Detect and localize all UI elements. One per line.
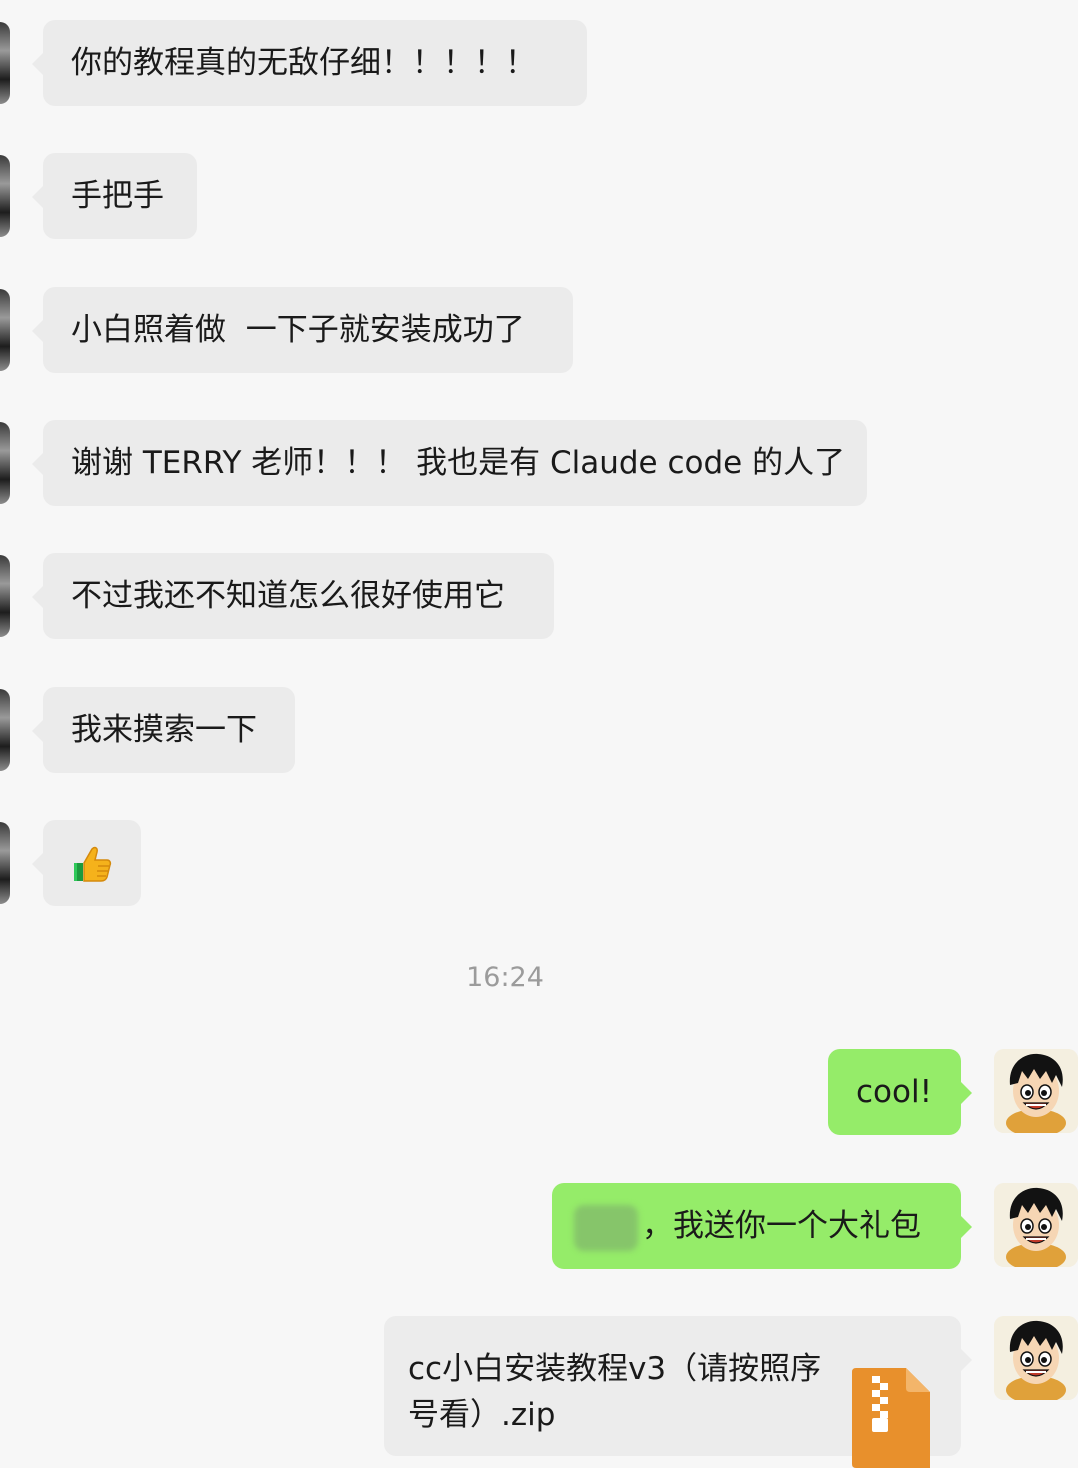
message-timestamp: 16:24	[466, 962, 544, 993]
sender-avatar[interactable]	[0, 289, 10, 371]
thumbs-up-icon	[74, 846, 112, 882]
cartoon-avatar-icon	[994, 1316, 1078, 1400]
sender-avatar[interactable]	[0, 22, 10, 104]
cartoon-avatar-icon	[994, 1183, 1078, 1267]
cartoon-avatar-icon	[994, 1049, 1078, 1133]
message-text: 小白照着做 一下子就安装成功了	[71, 312, 525, 348]
sender-avatar[interactable]	[0, 822, 10, 904]
message-bubble[interactable]: 谢谢 TERRY 老师！！！ 我也是有 Claude code 的人了	[32, 420, 867, 506]
blurred-name	[574, 1204, 638, 1251]
message-text: ，我送你一个大礼包	[642, 1208, 921, 1244]
message-text: 我来摸索一下	[71, 712, 257, 748]
user-avatar[interactable]	[994, 1049, 1078, 1133]
message-text: 手把手	[71, 178, 164, 214]
sender-avatar[interactable]	[0, 689, 10, 771]
sender-avatar[interactable]	[0, 155, 10, 237]
message-bubble[interactable]: 手把手	[32, 153, 197, 239]
message-text: 不过我还不知道怎么很好使用它	[71, 578, 505, 614]
message-bubble[interactable]: 你的教程真的无敌仔细！！！！！	[32, 20, 587, 106]
file-name: cc小白安装教程v3（请按照序号看）.zip	[408, 1351, 822, 1433]
sender-avatar[interactable]	[0, 555, 10, 637]
user-avatar[interactable]	[994, 1183, 1078, 1267]
sender-avatar[interactable]	[0, 422, 10, 504]
message-text: 你的教程真的无敌仔细！！！！！	[71, 45, 536, 81]
message-bubble[interactable]: cool!	[828, 1049, 972, 1135]
user-avatar[interactable]	[994, 1316, 1078, 1400]
message-bubble[interactable]	[32, 820, 141, 906]
message-bubble[interactable]: 我来摸索一下	[32, 687, 295, 773]
zip-file-icon	[852, 1368, 930, 1468]
message-bubble[interactable]: 小白照着做 一下子就安装成功了	[32, 287, 573, 373]
message-bubble[interactable]: 不过我还不知道怎么很好使用它	[32, 553, 554, 639]
message-text: 谢谢 TERRY 老师！！！ 我也是有 Claude code 的人了	[71, 445, 846, 481]
message-text: cool!	[856, 1074, 933, 1110]
message-bubble[interactable]: ，我送你一个大礼包	[552, 1183, 972, 1269]
file-message-bubble[interactable]: cc小白安装教程v3（请按照序号看）.zip	[384, 1316, 972, 1468]
